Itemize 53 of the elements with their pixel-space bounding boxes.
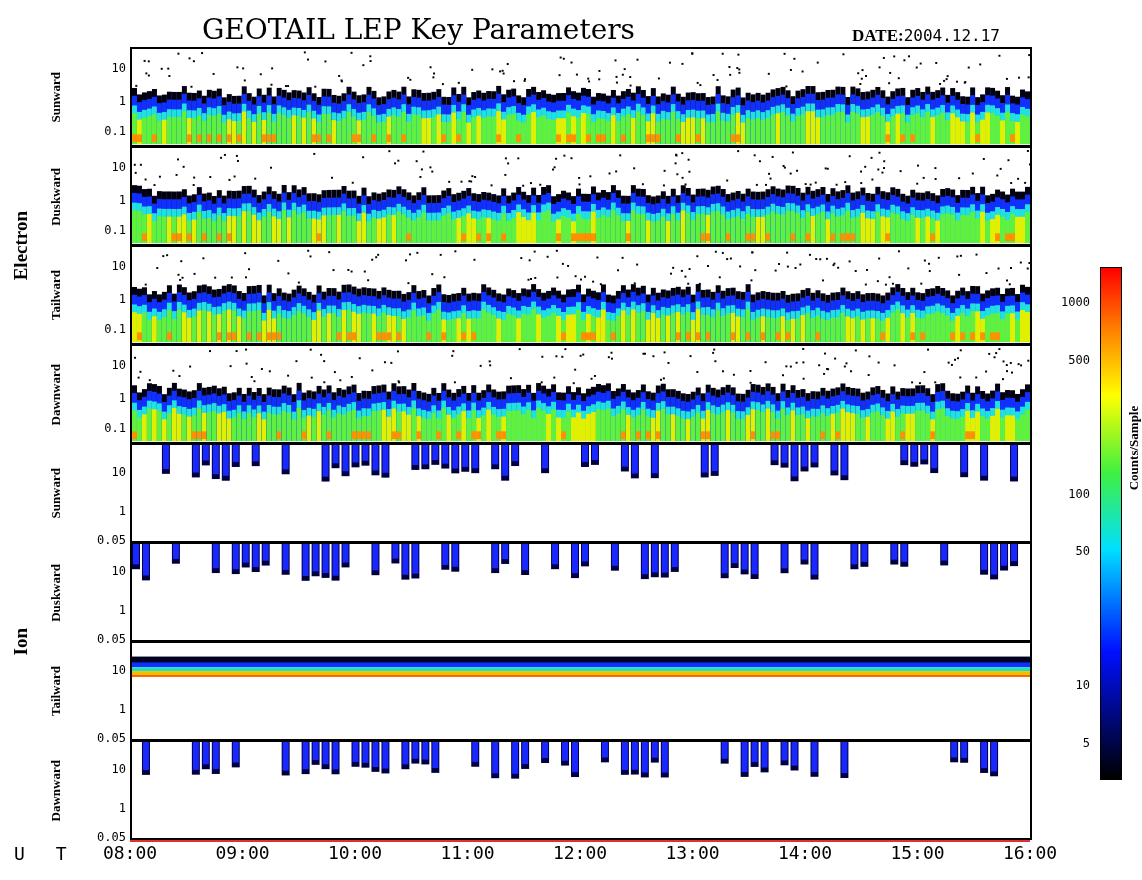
time-tick-label: 11:00 (440, 844, 495, 862)
date-text: DATE:2004.12.17 (852, 27, 1000, 44)
panel-label: Duskward (48, 563, 62, 622)
axis-tick-label: 0.05 (97, 534, 126, 546)
scale-tick-label: 5 (1082, 736, 1090, 749)
panel-label: Duskward (48, 167, 62, 226)
time-tick-label: 12:00 (552, 844, 608, 862)
axis-tick-label: 10 (111, 564, 126, 577)
scale-tick-label: 500 (1068, 353, 1090, 366)
axis-tick-label: 10 (111, 160, 126, 173)
axis-tick-label: 1 (118, 604, 126, 617)
time-tick-label: 10:00 (327, 844, 383, 862)
panel-label: Tailward (48, 666, 62, 717)
group-label: Electron (10, 211, 30, 281)
scale-tick-label: 10 (1075, 679, 1090, 691)
time-tick-label: 08:00 (102, 844, 158, 862)
scale-tick-label: 1000 (1061, 296, 1090, 309)
axis-tick-label: 1 (118, 505, 126, 518)
axis-tick-label: 10 (111, 663, 126, 676)
axis-tick-label: 1 (118, 392, 126, 405)
axis-tick-label: 1 (118, 703, 126, 716)
axis-tick-label: 0.1 (104, 224, 126, 237)
axis-tick-label: 10 (111, 358, 126, 371)
axis-tick-label: 0.05 (97, 831, 126, 843)
axis-tick-label: 0.1 (104, 323, 126, 336)
axis-tick-label: 1 (118, 194, 126, 207)
panel-label: Sunward (48, 72, 62, 123)
time-tick-label: 15:00 (890, 844, 945, 862)
axis-tick-label: 0.1 (104, 422, 126, 435)
axis-title: U T (14, 841, 77, 866)
time-tick-label: 16:00 (1002, 844, 1058, 862)
axis-tick-label: 1 (118, 95, 126, 108)
panel-label: Sunward (48, 468, 62, 519)
group-label: Ion (10, 628, 30, 656)
panel-label: Tailward (48, 270, 62, 321)
axis-tick-label: 1 (118, 293, 126, 306)
axis-tick-label: 10 (111, 61, 126, 74)
time-tick-label: 09:00 (215, 844, 270, 862)
axis-tick-label: 0.05 (97, 633, 126, 645)
scale-title: Counts/Sample (1127, 405, 1140, 491)
time-tick-label: 14:00 (777, 844, 833, 862)
time-tick-label: 13:00 (665, 844, 720, 862)
panel-label: Dawnward (48, 363, 62, 426)
axis-tick-label: 1 (118, 802, 126, 815)
axis-tick-label: 10 (111, 259, 126, 272)
axis-tick-label: 0.05 (97, 732, 126, 744)
scale-tick-label: 50 (1075, 545, 1090, 558)
panel-label: Dawnward (48, 759, 62, 822)
chart-title: GEOTAIL LEP Key Parameters (202, 16, 635, 44)
scale-tick-label: 100 (1068, 487, 1090, 500)
axis-tick-label: 0.1 (104, 125, 126, 138)
axis-tick-label: 10 (111, 762, 126, 775)
axis-tick-label: 10 (111, 465, 126, 478)
